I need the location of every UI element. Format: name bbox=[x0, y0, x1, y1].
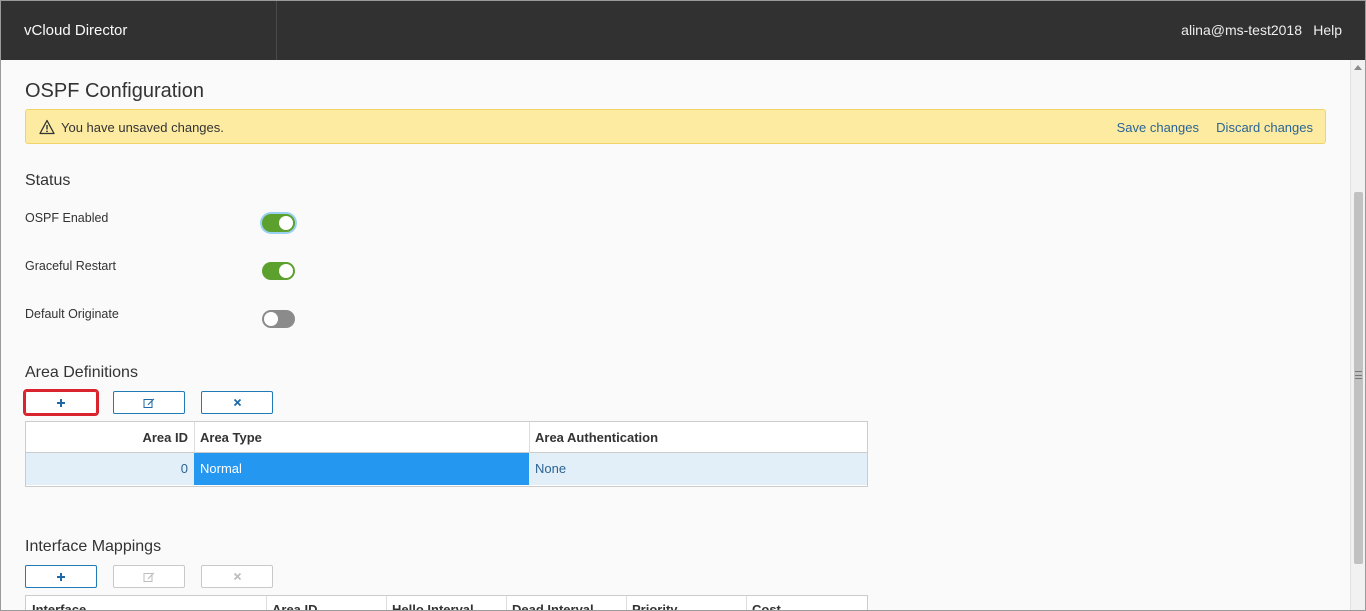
column-header-interface[interactable]: Interface bbox=[32, 602, 86, 610]
cell-area-id: 0 bbox=[180, 461, 188, 476]
column-header-area-type[interactable]: Area Type bbox=[194, 422, 529, 453]
column-separator bbox=[266, 596, 267, 610]
plus-icon bbox=[57, 572, 65, 581]
status-section-title: Status bbox=[25, 172, 71, 189]
cell-area-type: Normal bbox=[194, 453, 529, 485]
interface-mappings-grid: Interface Area ID Hello Interval Dead In… bbox=[25, 595, 868, 610]
column-header-hello-interval[interactable]: Hello Interval bbox=[392, 602, 474, 610]
unsaved-changes-alert: You have unsaved changes. Save changes D… bbox=[25, 109, 1326, 144]
area-definitions-title: Area Definitions bbox=[25, 364, 138, 381]
toggle-knob bbox=[279, 216, 293, 230]
graceful-restart-toggle[interactable] bbox=[262, 262, 295, 280]
edit-icon bbox=[143, 398, 155, 408]
ospf-enabled-toggle[interactable] bbox=[262, 214, 295, 232]
area-definitions-grid: Area ID Area Type Area Authentication 0 … bbox=[25, 421, 868, 487]
alert-message: You have unsaved changes. bbox=[61, 120, 224, 135]
table-row[interactable]: 0 Normal None bbox=[26, 453, 867, 485]
edit-area-button[interactable] bbox=[113, 391, 185, 414]
main-content: OSPF Configuration You have unsaved chan… bbox=[1, 60, 1350, 610]
vertical-scrollbar[interactable] bbox=[1350, 60, 1365, 610]
scroll-grip-icon bbox=[1355, 371, 1362, 379]
column-header-area-id[interactable]: Area ID bbox=[26, 422, 194, 453]
app-title[interactable]: vCloud Director bbox=[1, 1, 277, 60]
edit-icon bbox=[143, 572, 155, 582]
ospf-enabled-label: OSPF Enabled bbox=[25, 211, 109, 225]
graceful-restart-label: Graceful Restart bbox=[25, 259, 117, 273]
delete-area-button[interactable] bbox=[201, 391, 273, 414]
save-changes-link[interactable]: Save changes bbox=[1117, 120, 1199, 135]
column-header-area-authentication[interactable]: Area Authentication bbox=[529, 422, 867, 453]
column-header-priority[interactable]: Priority bbox=[632, 602, 678, 610]
column-header-cost[interactable]: Cost bbox=[752, 602, 781, 610]
column-separator bbox=[386, 596, 387, 610]
default-originate-label: Default Originate bbox=[25, 307, 119, 321]
column-header-area-id[interactable]: Area ID bbox=[272, 602, 318, 610]
warning-icon bbox=[39, 119, 55, 135]
delete-interface-button[interactable] bbox=[201, 565, 273, 588]
toggle-knob bbox=[279, 264, 293, 278]
discard-changes-link[interactable]: Discard changes bbox=[1216, 120, 1313, 135]
toggle-knob bbox=[264, 312, 278, 326]
interface-mappings-title: Interface Mappings bbox=[25, 538, 162, 555]
page-title: OSPF Configuration bbox=[25, 80, 204, 102]
edit-interface-button[interactable] bbox=[113, 565, 185, 588]
browser-frame: vCloud Director alina@ms-test2018 Help O… bbox=[0, 0, 1366, 611]
cell-area-authentication: None bbox=[535, 461, 567, 476]
close-icon bbox=[233, 398, 241, 407]
grid-header-row: Area ID Area Type Area Authentication bbox=[26, 422, 867, 453]
column-separator bbox=[746, 596, 747, 610]
user-menu[interactable]: alina@ms-test2018 bbox=[1181, 1, 1302, 60]
close-icon bbox=[233, 572, 241, 581]
help-link[interactable]: Help bbox=[1313, 1, 1342, 60]
add-interface-button[interactable] bbox=[25, 565, 97, 588]
scroll-up-arrow-icon[interactable] bbox=[1354, 65, 1362, 70]
column-separator bbox=[506, 596, 507, 610]
top-navigation-bar: vCloud Director alina@ms-test2018 Help bbox=[1, 1, 1365, 60]
column-separator bbox=[626, 596, 627, 610]
column-header-dead-interval[interactable]: Dead Interval bbox=[512, 602, 594, 610]
default-originate-toggle[interactable] bbox=[262, 310, 295, 328]
plus-icon bbox=[57, 398, 65, 407]
add-area-button[interactable] bbox=[23, 389, 99, 416]
